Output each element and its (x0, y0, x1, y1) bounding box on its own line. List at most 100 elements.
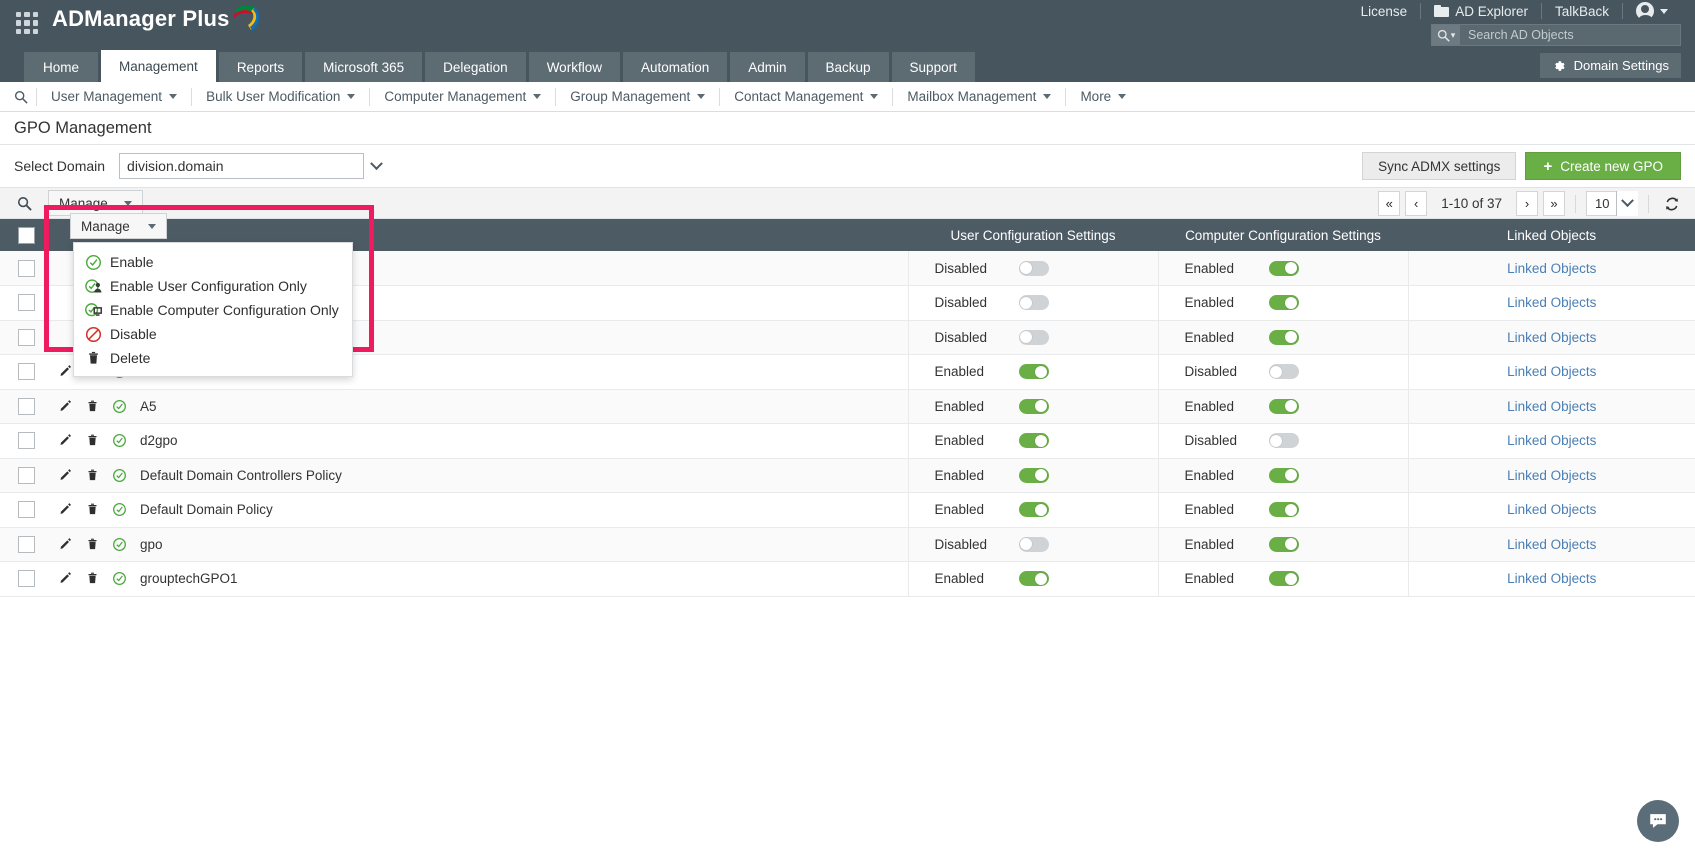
chat-widget-button[interactable] (1637, 800, 1679, 842)
subnav-item-user-management[interactable]: User Management (37, 82, 191, 112)
tab-delegation[interactable]: Delegation (425, 52, 526, 82)
tab-microsoft-365[interactable]: Microsoft 365 (305, 52, 423, 82)
menu-item-enable[interactable]: Enable (74, 250, 352, 274)
pencil-icon[interactable] (58, 537, 73, 552)
trash-icon[interactable] (85, 502, 100, 517)
search-icon[interactable]: ▾ (1432, 25, 1460, 45)
menu-item-delete[interactable]: Delete (74, 346, 352, 370)
pagination-next-button[interactable]: › (1516, 191, 1538, 216)
search-input[interactable] (1460, 27, 1680, 43)
config-toggle[interactable] (1268, 295, 1299, 311)
config-toggle[interactable] (1268, 502, 1299, 518)
check-circle-icon[interactable] (112, 571, 127, 586)
search-icon[interactable] (6, 90, 36, 104)
tab-admin[interactable]: Admin (730, 52, 805, 82)
pencil-icon[interactable] (58, 364, 73, 379)
table-search-icon[interactable] (0, 196, 48, 211)
linked-objects-link[interactable]: Linked Objects (1507, 571, 1596, 586)
config-toggle[interactable] (1018, 467, 1049, 483)
config-toggle[interactable] (1018, 398, 1049, 414)
trash-icon[interactable] (85, 468, 100, 483)
subnav-item-mailbox-management[interactable]: Mailbox Management (893, 82, 1065, 112)
linked-objects-link[interactable]: Linked Objects (1507, 330, 1596, 345)
ad-explorer-link[interactable]: AD Explorer (1421, 4, 1541, 19)
config-toggle[interactable] (1018, 571, 1049, 587)
pencil-icon[interactable] (58, 502, 73, 517)
subnav-item-group-management[interactable]: Group Management (556, 82, 719, 112)
row-checkbox[interactable] (17, 363, 35, 381)
trash-icon[interactable] (85, 399, 100, 414)
tab-automation[interactable]: Automation (622, 52, 728, 82)
trash-icon[interactable] (85, 537, 100, 552)
config-toggle[interactable] (1268, 536, 1299, 552)
tab-reports[interactable]: Reports (218, 52, 303, 82)
menu-item-disable[interactable]: Disable (74, 322, 352, 346)
license-link[interactable]: License (1348, 4, 1421, 19)
tab-management[interactable]: Management (101, 50, 216, 82)
pencil-icon[interactable] (58, 399, 73, 414)
subnav-item-bulk-user-modification[interactable]: Bulk User Modification (192, 82, 369, 112)
linked-objects-link[interactable]: Linked Objects (1507, 261, 1596, 276)
domain-settings-button[interactable]: Domain Settings (1539, 53, 1681, 78)
pagination-first-button[interactable]: « (1378, 191, 1401, 216)
linked-objects-link[interactable]: Linked Objects (1507, 295, 1596, 310)
config-toggle[interactable] (1018, 329, 1049, 345)
subnav-item-contact-management[interactable]: Contact Management (720, 82, 892, 112)
config-toggle[interactable] (1018, 502, 1049, 518)
manage-dropdown-button[interactable]: Manage (70, 213, 167, 239)
check-circle-icon[interactable] (112, 468, 127, 483)
create-new-gpo-button[interactable]: + Create new GPO (1525, 152, 1681, 180)
pencil-icon[interactable] (58, 433, 73, 448)
config-toggle[interactable] (1268, 433, 1299, 449)
row-checkbox[interactable] (17, 397, 35, 415)
config-toggle[interactable] (1018, 295, 1049, 311)
row-checkbox[interactable] (17, 501, 35, 519)
config-toggle[interactable] (1268, 329, 1299, 345)
trash-icon[interactable] (85, 571, 100, 586)
config-toggle[interactable] (1268, 398, 1299, 414)
menu-item-enable-computer-configuration-only[interactable]: Enable Computer Configuration Only (74, 298, 352, 322)
pagination-prev-button[interactable]: ‹ (1405, 191, 1428, 216)
config-toggle[interactable] (1268, 467, 1299, 483)
linked-objects-link[interactable]: Linked Objects (1507, 433, 1596, 448)
linked-objects-link[interactable]: Linked Objects (1507, 364, 1596, 379)
global-search[interactable]: ▾ (1431, 24, 1681, 46)
config-toggle[interactable] (1268, 364, 1299, 380)
pencil-icon[interactable] (58, 571, 73, 586)
tab-home[interactable]: Home (24, 52, 98, 82)
row-checkbox[interactable] (17, 328, 35, 346)
linked-objects-link[interactable]: Linked Objects (1507, 537, 1596, 552)
domain-select-input[interactable]: division.domain (119, 153, 390, 179)
config-toggle[interactable] (1018, 364, 1049, 380)
row-checkbox[interactable] (17, 570, 35, 588)
check-circle-icon[interactable] (112, 433, 127, 448)
account-menu[interactable] (1623, 2, 1681, 23)
menu-item-enable-user-configuration-only[interactable]: Enable User Configuration Only (74, 274, 352, 298)
sync-admx-settings-button[interactable]: Sync ADMX settings (1362, 152, 1517, 180)
tab-workflow[interactable]: Workflow (528, 52, 620, 82)
check-circle-icon[interactable] (112, 537, 127, 552)
row-checkbox[interactable] (17, 466, 35, 484)
config-toggle[interactable] (1018, 260, 1049, 276)
page-size-select[interactable]: 10 (1586, 191, 1638, 216)
config-toggle[interactable] (1268, 571, 1299, 587)
linked-objects-link[interactable]: Linked Objects (1507, 468, 1596, 483)
select-all-checkbox[interactable] (17, 226, 35, 244)
subnav-item-computer-management[interactable]: Computer Management (370, 82, 555, 112)
talkback-link[interactable]: TalkBack (1542, 4, 1622, 19)
pencil-icon[interactable] (58, 468, 73, 483)
trash-icon[interactable] (85, 433, 100, 448)
check-circle-icon[interactable] (112, 399, 127, 414)
tab-backup[interactable]: Backup (807, 52, 889, 82)
check-circle-icon[interactable] (112, 502, 127, 517)
domain-select[interactable]: division.domain (119, 153, 390, 179)
linked-objects-link[interactable]: Linked Objects (1507, 502, 1596, 517)
apps-grid-icon[interactable] (16, 12, 38, 34)
subnav-item-more[interactable]: More (1066, 82, 1140, 112)
linked-objects-link[interactable]: Linked Objects (1507, 399, 1596, 414)
pagination-last-button[interactable]: » (1543, 191, 1565, 216)
row-checkbox[interactable] (17, 432, 35, 450)
config-toggle[interactable] (1268, 260, 1299, 276)
config-toggle[interactable] (1018, 536, 1049, 552)
row-checkbox[interactable] (17, 259, 35, 277)
